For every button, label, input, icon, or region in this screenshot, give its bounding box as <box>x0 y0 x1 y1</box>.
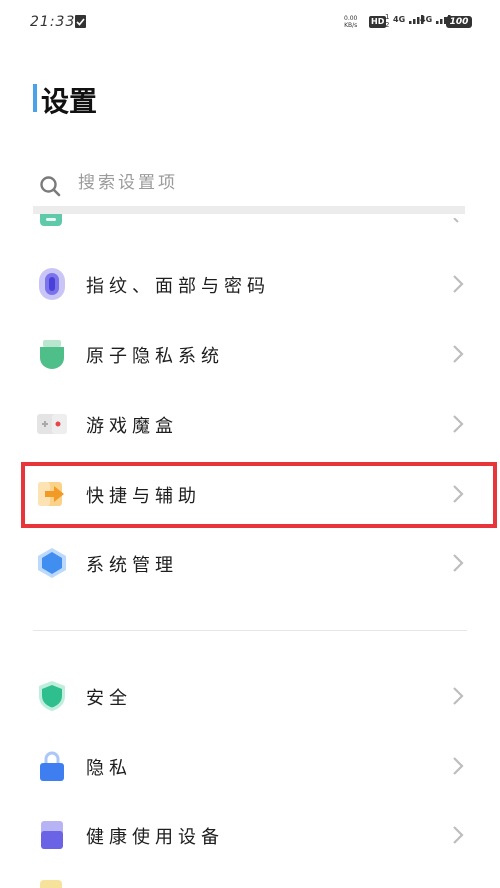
signal-1-label: 4G <box>393 15 406 24</box>
search-icon <box>40 176 61 197</box>
settings-item-fingerprint[interactable]: 指纹、面部与密码 <box>0 250 500 319</box>
settings-item-healthy-usage[interactable]: 健康使用设备 <box>0 801 500 870</box>
signal-2-label: 4G <box>420 15 433 24</box>
chevron-right-icon <box>453 687 464 705</box>
privacy-shield-icon <box>40 340 64 369</box>
highlight-box <box>21 462 497 528</box>
network-speed-value: 0.00 <box>344 15 358 22</box>
chevron-right-icon <box>453 826 464 844</box>
settings-item-label: 健康使用设备 <box>86 827 224 848</box>
settings-item-security[interactable]: 安全 <box>0 662 500 731</box>
section-divider <box>33 630 467 631</box>
partial-item-icon <box>40 214 62 226</box>
settings-item-system-management[interactable]: 系统管理 <box>0 529 500 598</box>
settings-item-label: 游戏魔盒 <box>86 416 178 437</box>
chevron-right-icon <box>453 757 464 775</box>
settings-item-game-box[interactable]: 游戏魔盒 <box>0 390 500 459</box>
page-title: 设置 <box>41 85 98 118</box>
sim-indicator: 1 2 <box>385 13 389 29</box>
status-bar: 21:33 0.00 KB/s HD 1 2 4G 4G 100 <box>0 0 500 44</box>
health-icon <box>41 821 63 849</box>
network-speed-unit: KB/s <box>344 22 358 29</box>
settings-item-label: 系统管理 <box>86 555 178 576</box>
settings-item-atomic-privacy[interactable]: 原子隐私系统 <box>0 320 500 389</box>
chevron-right-icon <box>452 214 462 230</box>
search-divider <box>33 206 465 214</box>
fingerprint-icon <box>39 268 65 300</box>
title-accent-bar <box>33 84 37 112</box>
settings-item-privacy[interactable]: 隐私 <box>0 732 500 801</box>
network-speed: 0.00 KB/s <box>344 15 357 29</box>
gamepad-icon <box>37 414 67 434</box>
settings-item-label: 隐私 <box>86 758 132 779</box>
hd-voice-icon: HD <box>369 16 387 28</box>
notification-check-icon <box>75 15 86 28</box>
settings-item-label: 原子隐私系统 <box>86 346 224 367</box>
chevron-right-icon <box>453 275 464 293</box>
search-bar[interactable] <box>33 162 465 208</box>
chevron-right-icon <box>453 554 464 572</box>
battery-icon: 100 <box>446 16 472 28</box>
search-input[interactable] <box>78 173 378 193</box>
partial-item-icon <box>40 880 62 888</box>
security-shield-icon <box>39 681 65 711</box>
chevron-right-icon <box>453 345 464 363</box>
status-time: 21:33 <box>30 14 76 30</box>
settings-item-label: 安全 <box>86 688 132 709</box>
hexagon-icon <box>38 548 66 578</box>
sim-top: 1 <box>385 13 390 21</box>
lock-icon <box>40 751 64 781</box>
settings-item-label: 指纹、面部与密码 <box>86 276 270 297</box>
sim-bottom: 2 <box>385 21 390 29</box>
chevron-right-icon <box>453 415 464 433</box>
